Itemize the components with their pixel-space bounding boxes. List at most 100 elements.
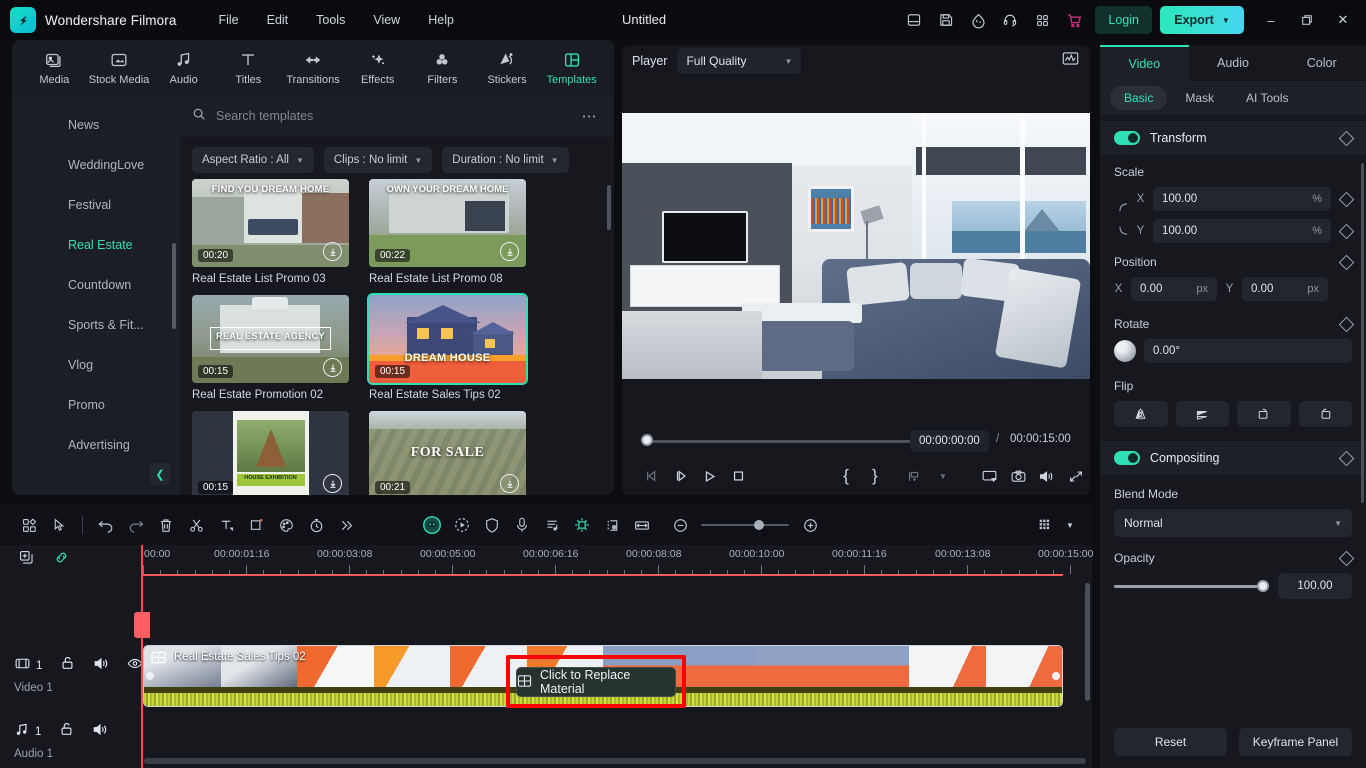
zoom-in-icon[interactable] (795, 511, 825, 539)
template-card[interactable]: OWN YOUR DREAM HOME 00:22 Real Estate Li… (369, 179, 526, 285)
tab-video[interactable]: Video (1100, 45, 1189, 81)
menu-view[interactable]: View (361, 8, 412, 32)
template-card[interactable]: FOR SALE 00:21 (369, 411, 526, 495)
flip-horizontal-icon[interactable] (1114, 401, 1168, 427)
download-icon[interactable] (323, 242, 342, 261)
undo-icon[interactable] (91, 511, 121, 539)
template-grid-scrollbar[interactable] (607, 185, 611, 230)
sub-tab-mask[interactable]: Mask (1171, 86, 1228, 110)
login-button[interactable]: Login (1095, 6, 1152, 34)
prev-frame-icon[interactable] (638, 462, 667, 490)
zoom-out-icon[interactable] (665, 511, 695, 539)
marker-grid-icon[interactable] (1030, 511, 1060, 539)
keyframe-diamond-icon[interactable] (1338, 316, 1355, 332)
filter-clips[interactable]: Clips : No limit ▼ (323, 147, 433, 173)
rotate-field[interactable]: 0.00° (1144, 339, 1352, 363)
add-track-icon[interactable] (18, 549, 35, 571)
tab-color[interactable]: Color (1277, 45, 1366, 81)
keyframe-diamond-icon[interactable] (1338, 223, 1355, 239)
color-palette-icon[interactable] (271, 511, 301, 539)
support-headset-icon[interactable] (995, 5, 1025, 35)
blend-mode-select[interactable]: Normal ▼ (1114, 509, 1352, 537)
nav-tab-filters[interactable]: Filters (410, 42, 475, 94)
template-thumbnail[interactable]: DREAM HOUSE 00:15 (369, 295, 526, 383)
clip-trim-handle-left[interactable] (146, 672, 154, 680)
shield-icon[interactable] (477, 511, 507, 539)
camera-snapshot-icon[interactable] (1004, 462, 1033, 490)
nav-tab-audio[interactable]: Audio (151, 42, 216, 94)
speed-timer-icon[interactable] (301, 511, 331, 539)
category-item-vlog[interactable]: Vlog (12, 345, 180, 385)
pos-x-field[interactable]: 0.00 px (1131, 277, 1217, 301)
crop-tool-icon[interactable] (241, 511, 271, 539)
playhead-grip[interactable] (134, 612, 150, 638)
nav-tab-stickers[interactable]: Stickers (475, 42, 540, 94)
delete-icon[interactable] (151, 511, 181, 539)
ai-mask-icon[interactable] (417, 511, 447, 539)
pos-y-field[interactable]: 0.00 px (1242, 277, 1328, 301)
play-icon[interactable] (696, 462, 725, 490)
redo-icon[interactable] (121, 511, 151, 539)
unlock-icon[interactable] (60, 655, 75, 676)
nav-tab-transitions[interactable]: Transitions (281, 42, 346, 94)
download-icon[interactable] (500, 474, 519, 493)
filter-duration[interactable]: Duration : No limit ▼ (442, 147, 569, 173)
template-thumbnail[interactable]: FIND YOU DREAM HOME 00:20 (192, 179, 349, 267)
chevron-left-icon[interactable]: ❮ (150, 463, 170, 485)
category-item-weddinglove[interactable]: WeddingLove (12, 145, 180, 185)
text-tool-icon[interactable] (211, 511, 241, 539)
nav-tab-effects[interactable]: Effects (345, 42, 410, 94)
sub-tab-basic[interactable]: Basic (1110, 86, 1168, 110)
unlock-icon[interactable] (59, 721, 74, 742)
export-chevron-icon[interactable]: ▼ (1222, 16, 1230, 25)
template-card[interactable]: REAL ESTATE AGENCY 00:15 Real Estate Pro… (192, 295, 349, 401)
template-thumbnail[interactable]: REAL ESTATE AGENCY 00:15 (192, 295, 349, 383)
volume-icon[interactable] (1033, 462, 1062, 490)
link-lock-icon[interactable] (1114, 199, 1130, 239)
compositing-toggle[interactable] (1114, 451, 1140, 465)
seek-slider[interactable] (648, 440, 916, 443)
download-icon[interactable] (500, 242, 519, 261)
voiceover-mic-icon[interactable] (507, 511, 537, 539)
opacity-slider-knob[interactable] (1257, 580, 1269, 592)
motion-tracking-icon[interactable] (447, 511, 477, 539)
speaker-icon[interactable] (93, 656, 109, 676)
keyframe-diamond-icon[interactable] (1338, 130, 1355, 146)
template-thumbnail[interactable]: HOUSE EXHIBITION 00:15 (192, 411, 349, 495)
seek-playhead-knob[interactable] (641, 434, 653, 446)
speaker-icon[interactable] (92, 722, 108, 742)
menu-tools[interactable]: Tools (304, 8, 357, 32)
scale-x-field[interactable]: 100.00 % (1153, 187, 1331, 211)
stop-icon[interactable] (724, 462, 753, 490)
display-mode-icon[interactable] (975, 462, 1004, 490)
search-input[interactable]: Search templates (192, 107, 578, 126)
snapshot-marker-icon[interactable] (900, 462, 929, 490)
keyframe-panel-button[interactable]: Keyframe Panel (1239, 728, 1352, 756)
apps-grid-icon[interactable] (1027, 5, 1057, 35)
shopping-cart-icon[interactable] (1059, 5, 1089, 35)
category-item-real-estate[interactable]: Real Estate (12, 225, 180, 265)
click-to-replace-material-button[interactable]: Click to Replace Material (516, 667, 676, 697)
waveform-scope-icon[interactable] (1061, 50, 1080, 72)
current-timecode[interactable]: 00:00:00:00 (910, 430, 989, 452)
rotate-right-icon[interactable] (1237, 401, 1291, 427)
tab-audio[interactable]: Audio (1189, 45, 1278, 81)
opacity-slider[interactable] (1114, 579, 1269, 593)
fit-to-window-icon[interactable] (627, 511, 657, 539)
fullscreen-icon[interactable] (1061, 462, 1090, 490)
template-card[interactable]: FIND YOU DREAM HOME 00:20 Real Estate Li… (192, 179, 349, 285)
quality-select[interactable]: Full Quality ▼ (677, 48, 802, 74)
category-item-sports-fitness[interactable]: Sports & Fit... (12, 305, 180, 345)
rotate-left-icon[interactable] (1298, 401, 1352, 427)
auto-beat-icon[interactable] (537, 511, 567, 539)
properties-scrollbar[interactable] (1361, 163, 1364, 503)
filter-aspect-ratio[interactable]: Aspect Ratio : All ▼ (192, 147, 314, 173)
transform-toggle[interactable] (1114, 131, 1140, 145)
reset-button[interactable]: Reset (1114, 728, 1227, 756)
nav-tab-stock-media[interactable]: Stock Media (87, 42, 152, 94)
download-icon[interactable] (323, 474, 342, 493)
layout-grid-icon[interactable] (14, 511, 44, 539)
minimize-icon[interactable]: – (1254, 0, 1288, 40)
timeline-horizontal-scrollbar[interactable] (140, 758, 1090, 764)
mark-in-icon[interactable]: { (832, 462, 861, 490)
